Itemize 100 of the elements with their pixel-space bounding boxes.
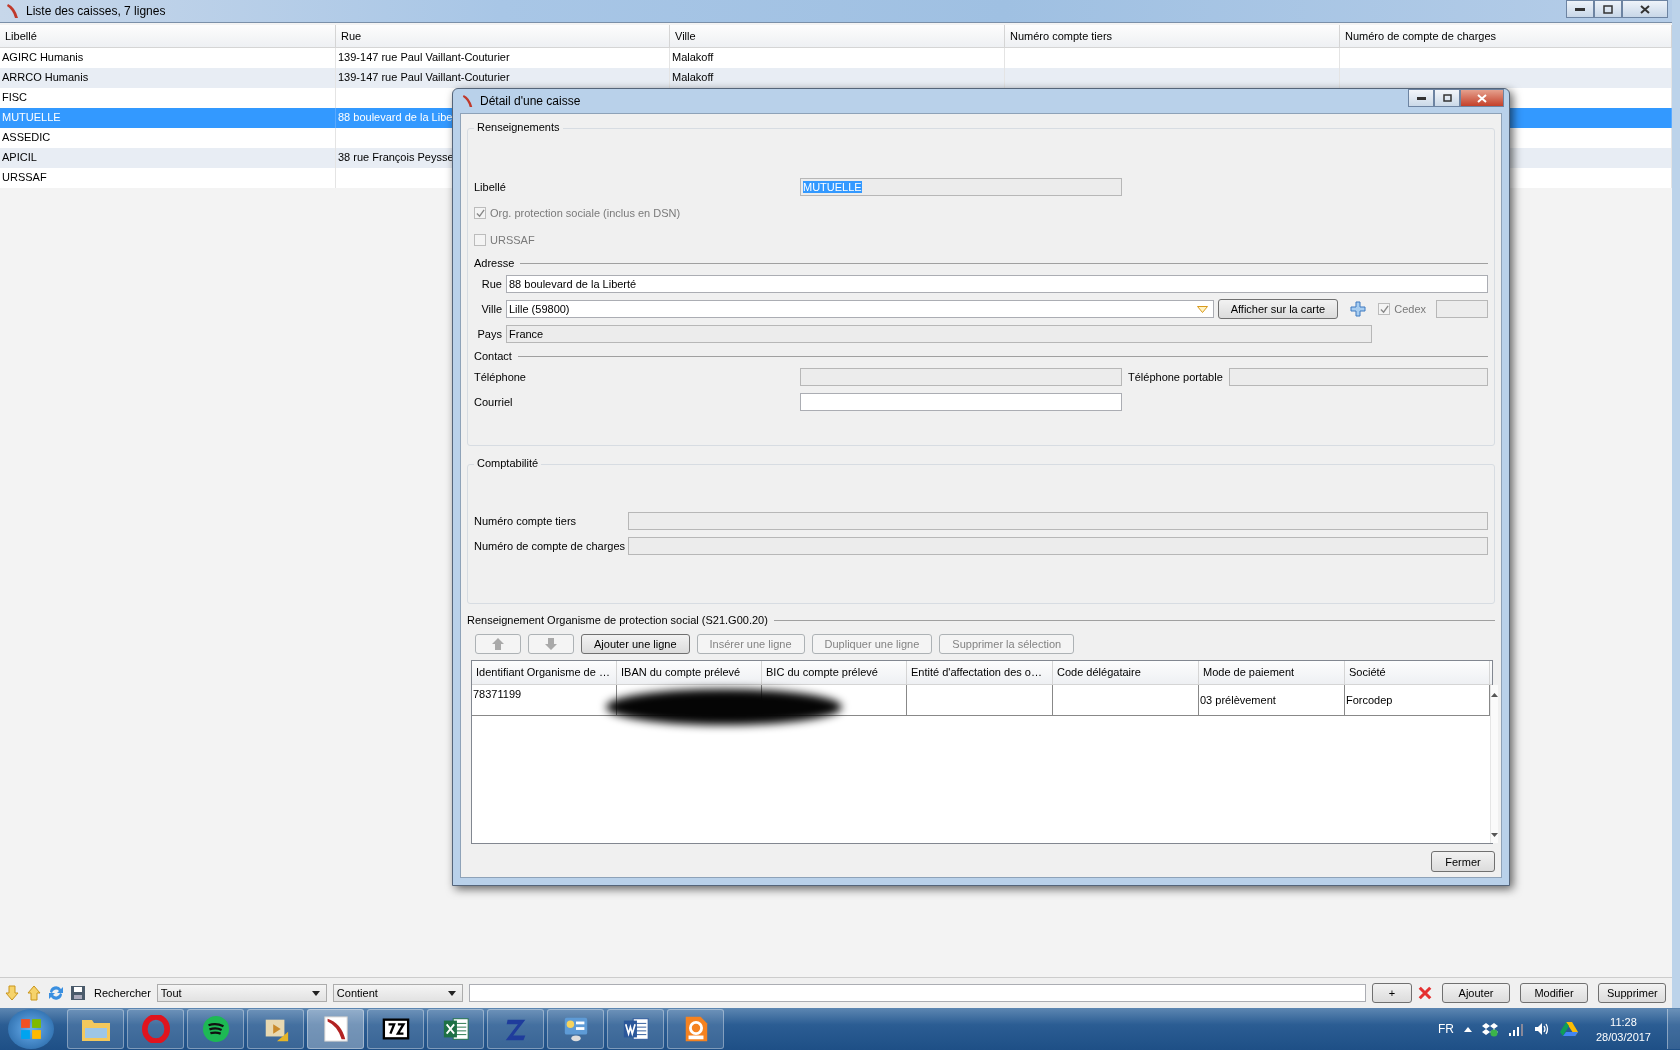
maximize-button[interactable]: [1594, 0, 1622, 18]
column-header[interactable]: Entité d'affectation des o…: [907, 661, 1053, 684]
close-button[interactable]: [1460, 89, 1504, 107]
scrollbar[interactable]: [1490, 685, 1498, 843]
column-header[interactable]: BIC du compte prélevé: [762, 661, 907, 684]
table-cell: ASSEDIC: [2, 131, 51, 143]
table-row[interactable]: AGIRC Humanis 139-147 rue Paul Vaillant-Couturier Malakoff: [0, 48, 1672, 68]
cedex-field[interactable]: [1436, 300, 1488, 318]
group-title: Renseignements: [474, 121, 563, 133]
search-label: Rechercher: [94, 987, 151, 999]
field-label: Téléphone portable: [1128, 371, 1223, 383]
dropdown-arrow-icon: [311, 990, 320, 996]
column-header[interactable]: Code délégataire: [1053, 661, 1199, 684]
field-label: Pays: [476, 328, 502, 340]
document-icon: [621, 1015, 650, 1043]
sound-waves-icon: [201, 1015, 230, 1043]
close-dialog-button[interactable]: Fermer: [1431, 851, 1495, 872]
checkmark-icon: [475, 208, 485, 218]
minimize-icon: [1416, 96, 1426, 100]
toolbar-button[interactable]: Modifier: [1520, 983, 1588, 1003]
clock-date: 28/03/2017: [1595, 1030, 1651, 1043]
toolbar-button[interactable]: Ajouter: [1442, 983, 1510, 1003]
minimize-button[interactable]: [1408, 89, 1434, 107]
checkbox-label: URSSAF: [490, 234, 535, 246]
save-icon[interactable]: [70, 985, 86, 1001]
dropdown-arrow-icon: [447, 990, 456, 996]
language-indicator[interactable]: FR: [1437, 1022, 1454, 1036]
taskbar-button[interactable]: [607, 1009, 664, 1049]
caret-up-icon[interactable]: [1463, 1026, 1472, 1032]
minimize-button[interactable]: [1566, 0, 1594, 18]
table-cell: APICIL: [2, 151, 37, 163]
taskbar-button[interactable]: [187, 1009, 244, 1049]
field-label: Rue: [480, 278, 502, 290]
table-cell: URSSAF: [2, 171, 47, 183]
add-criterion-button[interactable]: +: [1372, 983, 1412, 1003]
spreadsheet-icon: [441, 1015, 470, 1043]
close-button[interactable]: [1622, 0, 1668, 18]
field-label: Numéro de compte de charges: [474, 540, 624, 552]
taskbar-button[interactable]: [367, 1009, 424, 1049]
scroll-down-icon: [1491, 833, 1498, 837]
column-header[interactable]: Numéro de compte de charges: [1340, 25, 1672, 47]
field-label: Courriel: [474, 396, 514, 408]
dropbox-icon[interactable]: [1481, 1021, 1498, 1037]
scope-dropdown[interactable]: Tout: [156, 984, 327, 1002]
column-header[interactable]: Société: [1345, 661, 1490, 684]
column-header[interactable]: IBAN du compte prélevé: [617, 661, 762, 684]
table-cell: Forcodep: [1346, 694, 1393, 706]
table-cell: ARRCO Humanis: [2, 71, 89, 83]
city-dropdown[interactable]: Lille (59800): [506, 300, 1214, 318]
map-button[interactable]: Afficher sur la carte: [1217, 299, 1339, 319]
delete-icon[interactable]: [1418, 986, 1432, 1000]
table-cell: FISC: [2, 91, 28, 103]
table-cell: 139-147 rue Paul Vaillant-Couturier: [338, 51, 510, 63]
maximize-icon: [1603, 4, 1613, 14]
text-field[interactable]: 88 boulevard de la Liberté: [506, 275, 1488, 293]
column-header[interactable]: Numéro compte tiers: [1005, 25, 1340, 47]
dialog-title: Détail d'une caisse: [480, 94, 581, 108]
column-header[interactable]: Ville: [670, 25, 1005, 47]
column-header[interactable]: Identifiant Organisme de …: [472, 661, 617, 684]
field-label: Ville: [480, 303, 502, 315]
field-label: Libellé: [474, 181, 507, 193]
plus-icon[interactable]: [1350, 301, 1367, 317]
maximize-button[interactable]: [1434, 89, 1460, 107]
down-arrow-icon: [544, 637, 558, 651]
toolbar-button[interactable]: Ajouter une ligne: [581, 634, 690, 654]
table-row[interactable]: ARRCO Humanis 139-147 rue Paul Vaillant-Couturier Malakoff: [0, 68, 1672, 88]
checkbox-label: Org. protection sociale (inclus en DSN): [490, 207, 681, 219]
table-cell: 139-147 rue Paul Vaillant-Couturier: [338, 71, 510, 83]
search-field[interactable]: [468, 984, 1366, 1002]
refresh-icon[interactable]: [48, 985, 64, 1001]
group-title: Comptabilité: [474, 457, 542, 469]
operator-dropdown[interactable]: Contient: [332, 984, 463, 1002]
field-label: Numéro compte tiers: [474, 515, 578, 527]
logo-icon: [462, 94, 474, 108]
taskbar-button[interactable]: [307, 1009, 364, 1049]
column-header[interactable]: Libellé: [0, 25, 336, 47]
column-header[interactable]: Rue: [336, 25, 670, 47]
speaker-icon[interactable]: [1533, 1021, 1550, 1037]
logo-icon: [6, 3, 20, 19]
show-desktop-button[interactable]: [1667, 1009, 1680, 1049]
table-cell: MUTUELLE: [2, 111, 61, 123]
clock[interactable]: 11:28 28/03/2017: [1595, 1015, 1651, 1043]
swoosh-icon: [321, 1015, 350, 1043]
scroll-up-icon: [1491, 693, 1498, 697]
table-cell: 38 rue François Peysse: [338, 151, 454, 163]
toolbar-button[interactable]: Supprimer: [1598, 983, 1666, 1003]
email-field[interactable]: [800, 393, 1122, 411]
section-title: Contact: [474, 350, 512, 362]
signal-icon[interactable]: [1507, 1021, 1524, 1037]
close-icon: [1477, 93, 1487, 103]
column-header[interactable]: Mode de paiement: [1199, 661, 1345, 684]
maximize-icon: [1442, 94, 1452, 102]
ring-icon: [141, 1015, 170, 1043]
table-cell: Malakoff: [672, 51, 714, 63]
window-title: Liste des caisses, 7 lignes: [26, 4, 166, 18]
start-button[interactable]: [8, 1009, 54, 1049]
drive-icon[interactable]: [1559, 1021, 1578, 1037]
table-cell: 78371199: [473, 688, 522, 700]
close-icon: [1640, 4, 1650, 14]
windows-logo-icon: [20, 1018, 42, 1040]
